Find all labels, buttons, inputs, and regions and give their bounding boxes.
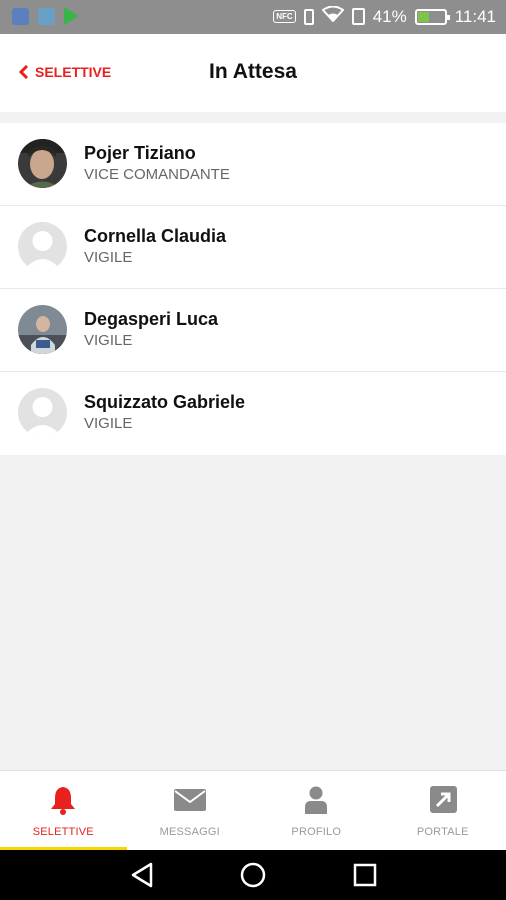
member-role: VIGILE	[84, 415, 133, 432]
member-name: Degasperi Luca	[84, 309, 219, 329]
clock: 11:41	[454, 6, 496, 26]
bell-icon	[51, 787, 76, 815]
sim-icon	[351, 8, 365, 25]
member-name: Cornella Claudia	[84, 226, 227, 246]
member-role: VICE COMANDANTE	[84, 166, 230, 183]
status-bar: NFC 41% 11:41	[0, 0, 506, 34]
list-item[interactable]: Cornella Claudia VIGILE	[0, 206, 506, 289]
list-item[interactable]: Degasperi Luca VIGILE	[0, 289, 506, 372]
recents-square-icon[interactable]	[350, 860, 380, 890]
app-header: SELETTIVE In Attesa	[0, 34, 506, 112]
battery-percent: 41%	[372, 6, 407, 26]
vibrate-icon	[303, 8, 314, 25]
tab-label: PORTALE	[416, 826, 469, 838]
home-circle-icon[interactable]	[238, 860, 268, 890]
system-navigation-bar	[0, 850, 506, 900]
avatar-placeholder	[18, 222, 67, 271]
envelope-icon	[173, 789, 206, 811]
tab-portale[interactable]: PORTALE	[380, 771, 506, 850]
tab-messaggi[interactable]: MESSAGGI	[127, 771, 254, 850]
tab-selettive[interactable]: SELETTIVE	[0, 771, 127, 850]
gallery-icon	[38, 8, 55, 25]
member-name: Squizzato Gabriele	[84, 392, 246, 412]
back-triangle-icon[interactable]	[127, 860, 157, 890]
tab-label: PROFILO	[291, 826, 342, 838]
person-icon	[305, 786, 328, 814]
external-link-icon	[429, 786, 457, 813]
members-list: Pojer Tiziano VICE COMANDANTE Cornella C…	[0, 123, 506, 455]
member-role: VIGILE	[84, 332, 133, 349]
list-item[interactable]: Squizzato Gabriele VIGILE	[0, 372, 506, 455]
list-item[interactable]: Pojer Tiziano VICE COMANDANTE	[0, 123, 506, 206]
avatar-placeholder	[18, 388, 67, 437]
page-title-text: In Attesa	[209, 60, 297, 83]
play-store-icon	[64, 7, 79, 25]
wifi-icon	[321, 5, 345, 27]
nfc-icon: NFC	[273, 10, 296, 23]
tab-label: MESSAGGI	[159, 826, 220, 838]
avatar	[18, 305, 67, 354]
member-name: Pojer Tiziano	[84, 143, 196, 163]
bluetooth-icon	[12, 8, 29, 25]
page-title: In Attesa	[0, 60, 506, 84]
avatar	[18, 139, 67, 188]
tab-label: SELETTIVE	[32, 826, 94, 838]
bottom-tab-bar: SELETTIVE MESSAGGI PROFILO PORTALE	[0, 770, 506, 850]
member-role: VIGILE	[84, 249, 133, 266]
tab-profilo[interactable]: PROFILO	[253, 771, 380, 850]
battery-icon	[414, 8, 450, 25]
